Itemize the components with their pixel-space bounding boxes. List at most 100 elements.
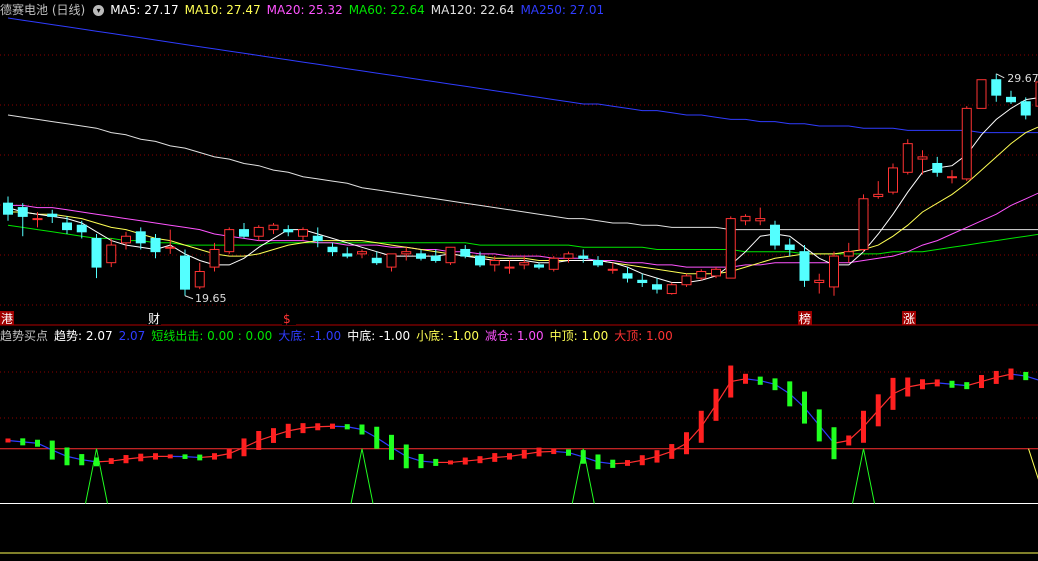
trend-down-bar: [817, 409, 822, 441]
candle-up: [505, 267, 514, 268]
indicator-name[interactable]: 趋势买点: [0, 329, 48, 343]
high-price-label: 29.67: [1007, 72, 1038, 85]
trend-down-bar: [596, 454, 601, 469]
candle-down: [63, 223, 72, 230]
candle-down: [800, 252, 809, 281]
candle-up: [844, 252, 853, 256]
trend-down-bar: [183, 454, 188, 459]
trend-down-bar: [79, 454, 84, 465]
ma120-line: [8, 115, 1038, 230]
trend-down-bar: [950, 381, 955, 388]
trend-up-bar: [699, 411, 704, 443]
ma5-line: [8, 97, 1038, 282]
low-price-label: 19.65: [195, 292, 227, 305]
candle-up: [903, 144, 912, 173]
trend-up-bar: [920, 379, 925, 389]
trend-down-bar: [35, 440, 40, 447]
trend-up-bar: [227, 449, 232, 459]
candle-down: [594, 260, 603, 264]
trend-up-bar: [684, 432, 689, 454]
candle-up: [166, 247, 175, 248]
event-marker: $: [283, 312, 291, 326]
mid-top-value: 中顶: 1.00: [550, 329, 609, 343]
trend-down-bar: [1023, 372, 1028, 380]
ma20-label: MA20: 25.32: [267, 3, 343, 17]
trend-up-bar: [507, 453, 512, 459]
candle-up: [697, 272, 706, 279]
candle-up: [195, 272, 204, 287]
candle-up: [977, 80, 986, 109]
trend-down-bar: [773, 378, 778, 390]
kline-chart[interactable]: 29.6719.65港财$榜涨: [0, 0, 1038, 558]
candle-down: [579, 256, 588, 258]
trend-up-bar: [655, 450, 660, 462]
trend-up-bar: [463, 458, 468, 465]
trend-up-bar: [286, 424, 291, 438]
candle-down: [284, 230, 293, 232]
candle-down: [461, 249, 470, 256]
ma20-line: [8, 170, 1038, 267]
candle-down: [535, 265, 544, 267]
candle-down: [1007, 97, 1016, 101]
price-legend: 德赛电池 (日线)▾MA5: 27.17MA10: 27.47MA20: 25.…: [0, 1, 610, 19]
candle-up: [446, 247, 455, 262]
candle-up: [225, 230, 234, 252]
trend-up-bar: [256, 431, 261, 450]
candle-down: [992, 80, 1001, 95]
candle-down: [181, 256, 190, 289]
ma10-label: MA10: 27.47: [185, 3, 261, 17]
candle-up: [122, 236, 131, 243]
chevron-down-icon[interactable]: ▾: [93, 5, 104, 16]
trend-up-bar: [625, 460, 630, 466]
trend-down-bar: [433, 459, 438, 466]
trend-up-bar: [448, 460, 453, 464]
short-exit-value: 短线出击: 0.00 : 0.00: [151, 329, 272, 343]
mid-bottom-value: 中底: -1.00: [347, 329, 410, 343]
trend-up-bar: [743, 374, 748, 384]
trend-up-bar: [242, 438, 247, 456]
trend-down-bar: [345, 424, 350, 429]
trend-value: 趋势: 2.07: [54, 329, 113, 343]
candle-down: [48, 214, 57, 216]
trend-up-bar: [640, 455, 645, 465]
big-top-value: 大顶: 1.00: [614, 329, 673, 343]
stock-title[interactable]: 德赛电池 (日线): [0, 3, 85, 17]
reduce-value: 减仓: 1.00: [485, 329, 544, 343]
candle-up: [490, 260, 499, 264]
candle-up: [962, 108, 971, 179]
trend-up-bar: [330, 424, 335, 429]
candle-down: [771, 225, 780, 245]
trend-down-bar: [566, 449, 571, 455]
trend-up-bar: [153, 453, 158, 459]
candle-down: [638, 280, 647, 282]
candle-down: [77, 225, 86, 232]
trend-up-bar: [124, 455, 129, 463]
candle-down: [372, 258, 381, 262]
trend-up-bar: [478, 456, 483, 463]
candle-up: [948, 177, 957, 178]
trend-down-bar: [197, 455, 202, 461]
candle-up: [254, 227, 263, 236]
big-bottom-value: 大底: -1.00: [278, 329, 341, 343]
candle-up: [564, 254, 573, 258]
candle-up: [889, 168, 898, 192]
candle-up: [859, 199, 868, 250]
trend-up-bar: [301, 423, 306, 433]
candle-up: [756, 219, 765, 221]
bottom-signal-peak: [86, 449, 108, 504]
trend-up-bar: [994, 371, 999, 384]
candle-up: [815, 280, 824, 282]
candle-down: [18, 208, 27, 217]
candle-down: [623, 274, 632, 278]
candle-down: [476, 256, 485, 265]
candle-down: [328, 247, 337, 251]
trend-up-bar: [551, 449, 556, 454]
trend-down-bar: [802, 392, 807, 424]
candle-up: [520, 263, 529, 265]
low-pointer: [185, 296, 193, 299]
candle-down: [933, 163, 942, 172]
trend-up-bar: [492, 453, 497, 462]
indicator-legend: 趋势买点趋势: 2.072.07短线出击: 0.00 : 0.00大底: -1.…: [0, 327, 679, 345]
candle-down: [431, 256, 440, 260]
candle-up: [210, 249, 219, 267]
